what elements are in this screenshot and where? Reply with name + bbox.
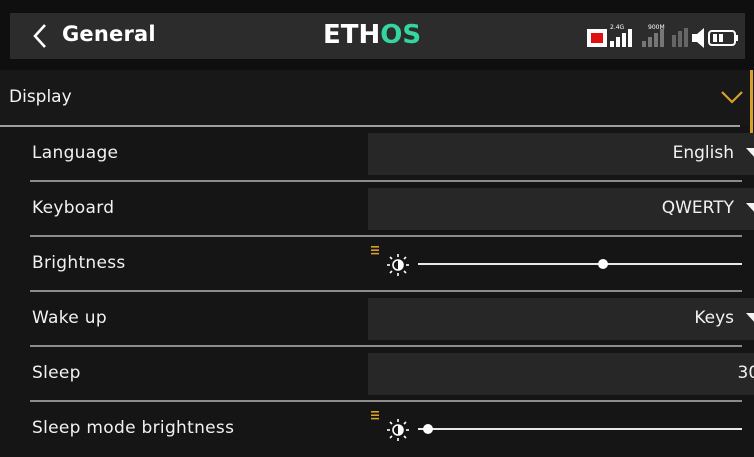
general-settings-screen: General ETHOS 2.4G 900M Display Language… <box>0 0 754 457</box>
setting-row-sleep-mode-brightness: Sleep mode brightness <box>30 402 745 457</box>
brightness-slider[interactable] <box>368 243 754 285</box>
setting-row-language: Language English <box>30 127 754 182</box>
rx-24-label: 2.4G <box>610 24 625 31</box>
keyboard-dropdown[interactable]: QWERTY <box>368 188 754 230</box>
slider-track[interactable] <box>418 263 742 265</box>
slider-knob[interactable] <box>422 424 433 434</box>
page-title: General <box>62 22 156 46</box>
logo-part-eth: ETH <box>323 20 381 50</box>
setting-row-sleep: Sleep 30s <box>30 347 754 402</box>
language-value: English <box>672 143 734 163</box>
brightness-label: Brightness <box>32 253 126 273</box>
battery-icon <box>708 30 738 46</box>
top-bar: General ETHOS 2.4G 900M <box>0 0 754 70</box>
menu-lines-icon <box>371 411 379 420</box>
language-label: Language <box>32 143 119 163</box>
wake-up-value: Keys <box>694 308 734 328</box>
sleep-brightness-slider[interactable] <box>368 408 754 450</box>
wake-up-label: Wake up <box>32 308 107 328</box>
wake-up-dropdown[interactable]: Keys <box>368 298 754 340</box>
sun-icon <box>387 254 409 276</box>
setting-row-wake-up: Wake up Keys <box>30 292 754 347</box>
speaker-icon <box>692 28 704 48</box>
sleep-value-field[interactable]: 30s <box>368 353 754 395</box>
keyboard-label: Keyboard <box>32 198 115 218</box>
logo-part-os: OS <box>380 20 422 50</box>
menu-lines-icon <box>371 246 379 255</box>
sleep-label: Sleep <box>32 363 81 383</box>
rx-900-label: 900M <box>648 24 665 31</box>
chevron-down-icon[interactable] <box>720 89 744 105</box>
dropdown-arrow-icon <box>746 148 754 159</box>
rx-900m-signal-icon: 900M <box>642 24 665 47</box>
sleep-value: 30s <box>737 363 754 383</box>
dropdown-arrow-icon <box>746 203 754 214</box>
sun-icon <box>387 419 409 441</box>
status-icons: 2.4G 900M <box>585 22 743 52</box>
section-title: Display <box>9 87 72 107</box>
signal-strength-icon <box>672 28 688 47</box>
slider-track[interactable] <box>418 428 742 430</box>
keyboard-value: QWERTY <box>661 198 734 218</box>
record-icon <box>587 29 607 47</box>
slider-knob[interactable] <box>597 259 608 269</box>
setting-row-brightness: Brightness <box>30 237 745 292</box>
sleep-mode-brightness-label: Sleep mode brightness <box>32 418 235 438</box>
rx-2-4g-signal-icon: 2.4G <box>610 24 632 47</box>
setting-row-keyboard: Keyboard QWERTY <box>30 182 754 237</box>
language-dropdown[interactable]: English <box>368 133 754 175</box>
dropdown-arrow-icon <box>746 313 754 324</box>
ethos-logo: ETHOS <box>323 20 447 54</box>
back-arrow-icon[interactable] <box>30 22 52 50</box>
display-section-header[interactable]: Display <box>0 70 754 125</box>
